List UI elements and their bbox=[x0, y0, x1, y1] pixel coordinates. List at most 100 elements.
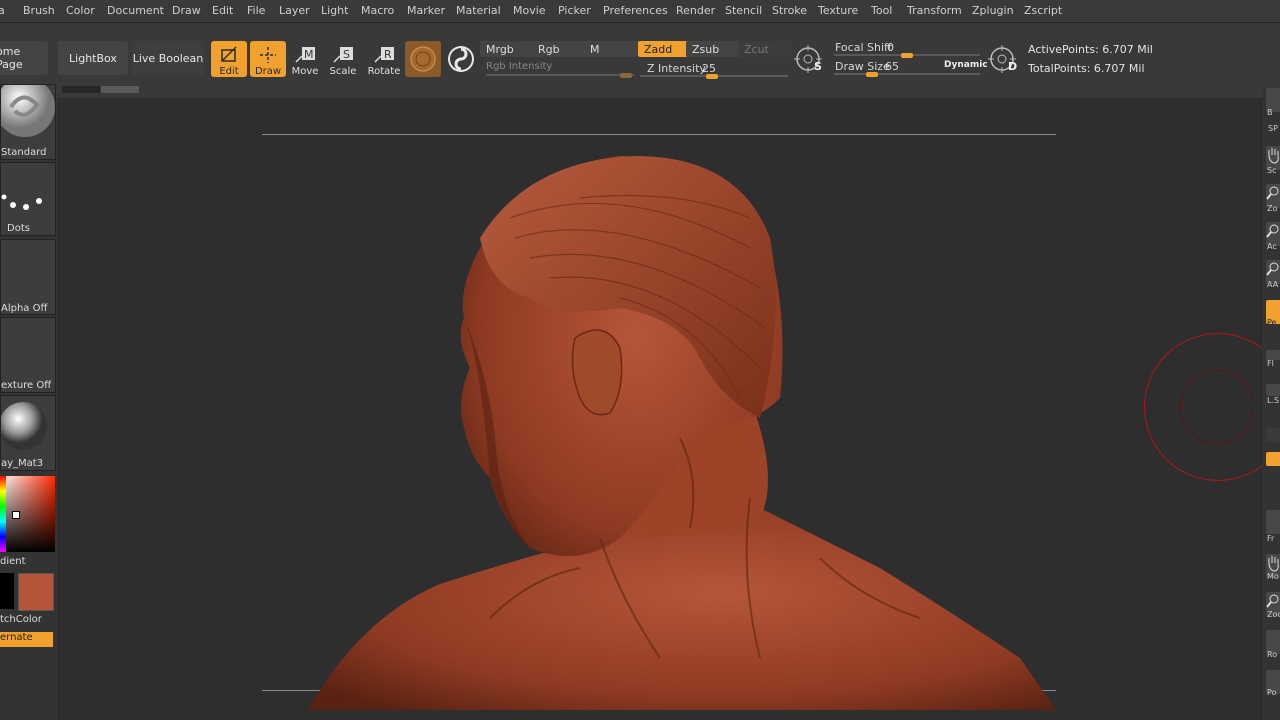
alpha-thumbnail[interactable]: Alpha Off bbox=[0, 239, 56, 315]
xyz-button[interactable] bbox=[1266, 428, 1280, 442]
menu-movie[interactable]: Movie bbox=[513, 4, 546, 17]
zcut-button[interactable]: Zcut bbox=[738, 41, 792, 57]
magnifier-icon bbox=[1266, 186, 1279, 200]
live-boolean-button[interactable]: Live Boolean bbox=[132, 41, 204, 75]
menu-tool[interactable]: Tool bbox=[871, 4, 892, 17]
hue-strip[interactable] bbox=[0, 476, 6, 552]
brush-cursor-inner bbox=[1180, 370, 1254, 444]
menu-transform[interactable]: Transform bbox=[907, 4, 962, 17]
sculptris-toggle[interactable] bbox=[445, 43, 477, 75]
menu-macro[interactable]: Macro bbox=[361, 4, 394, 17]
dynamic-toggle[interactable]: Dynamic bbox=[944, 60, 988, 70]
sphere-icon bbox=[410, 46, 436, 72]
menu-marker[interactable]: Marker bbox=[407, 4, 445, 17]
texture-thumbnail[interactable]: exture Off bbox=[0, 317, 56, 393]
lazy-mouse-s-button[interactable]: S bbox=[794, 45, 824, 75]
stroke-thumbnail[interactable]: Dots bbox=[0, 162, 56, 236]
menu-alpha[interactable]: a bbox=[0, 4, 5, 17]
menu-material[interactable]: Material bbox=[456, 4, 501, 17]
switch-color-label[interactable]: tchColor bbox=[0, 614, 42, 625]
mrgb-button[interactable]: Mrgb bbox=[480, 41, 534, 57]
frame-button[interactable] bbox=[1266, 510, 1280, 534]
zsub-button[interactable]: Zsub bbox=[686, 41, 740, 57]
rgb-intensity-label: Rgb Intensity bbox=[486, 61, 553, 72]
edit-button[interactable]: Edit bbox=[211, 41, 247, 77]
menu-edit[interactable]: Edit bbox=[212, 4, 233, 17]
tray-handle-active[interactable] bbox=[101, 86, 139, 93]
scroll-label: Sc bbox=[1267, 166, 1277, 175]
d-label: D bbox=[1008, 60, 1018, 73]
alpha-label: Alpha Off bbox=[1, 303, 48, 314]
right-shelf: B SP Sc Zo Ac AA Pe Fl L.S Fr Mo Zoo Ro … bbox=[1262, 88, 1280, 720]
secondary-color-swatch[interactable] bbox=[18, 573, 54, 611]
zadd-button[interactable]: Zadd bbox=[638, 41, 688, 57]
draw-button[interactable]: Draw bbox=[250, 41, 286, 77]
hand-icon bbox=[1268, 556, 1279, 572]
main-color-swatch[interactable] bbox=[0, 573, 14, 609]
total-points: TotalPoints: 6.707 Mil bbox=[1028, 62, 1145, 75]
menu-zscript[interactable]: Zscript bbox=[1024, 4, 1062, 17]
frame-label: Fr bbox=[1267, 534, 1275, 543]
draw-size-value: 65 bbox=[885, 60, 899, 73]
focal-shift-slider[interactable] bbox=[834, 53, 980, 58]
draw-size-label: Draw Size bbox=[835, 60, 890, 73]
bpr-label: B bbox=[1267, 108, 1273, 117]
z-intensity-slider[interactable] bbox=[640, 74, 788, 79]
menu-file[interactable]: File bbox=[247, 4, 265, 17]
texture-label: exture Off bbox=[1, 380, 52, 391]
stroke-label: Dots bbox=[7, 223, 30, 234]
move-label: Move bbox=[291, 66, 319, 77]
menu-draw[interactable]: Draw bbox=[172, 4, 201, 17]
brush-thumbnail[interactable]: Standard bbox=[0, 77, 56, 160]
lazy-mouse-d-button[interactable]: D bbox=[988, 45, 1018, 75]
menu-color[interactable]: Color bbox=[66, 4, 95, 17]
material-picker[interactable] bbox=[405, 41, 441, 77]
rgb-intensity-slider[interactable] bbox=[486, 73, 634, 78]
persp-label: Pe bbox=[1267, 318, 1277, 327]
magnifier-icon bbox=[1266, 262, 1279, 276]
menu-stroke[interactable]: Stroke bbox=[772, 4, 807, 17]
active-points: ActivePoints: 6.707 Mil bbox=[1028, 43, 1153, 56]
z-intensity-label: Z Intensity bbox=[647, 62, 706, 75]
zoom3d-label: Zoo bbox=[1267, 610, 1280, 619]
menu-document[interactable]: Document bbox=[107, 4, 164, 17]
sculpt-model[interactable] bbox=[60, 98, 1260, 720]
dots-stroke-icon bbox=[1, 194, 42, 210]
magnifier-icon bbox=[1266, 224, 1279, 238]
material-label: ay_Mat3 bbox=[1, 458, 44, 469]
draw-size-slider[interactable] bbox=[834, 72, 980, 77]
move-view-label: Mo bbox=[1267, 572, 1279, 581]
move-icon: M bbox=[295, 47, 315, 63]
menu-brush[interactable]: Brush bbox=[23, 4, 55, 17]
rotate-axis-button[interactable] bbox=[1266, 452, 1280, 466]
color-picker-cursor[interactable] bbox=[12, 511, 20, 519]
move-button[interactable]: M Move bbox=[287, 41, 323, 77]
aahalf-label: AA bbox=[1267, 280, 1279, 289]
m-button[interactable]: M bbox=[584, 41, 638, 57]
home-page-button[interactable]: ome Page bbox=[0, 41, 48, 75]
rotate-button[interactable]: R Rotate bbox=[366, 41, 402, 77]
focal-shift-value: 0 bbox=[887, 41, 894, 54]
svg-text:R: R bbox=[384, 48, 392, 61]
viewport-canvas[interactable] bbox=[60, 98, 1280, 720]
edit-icon bbox=[221, 46, 237, 62]
polyframe-label: Po bbox=[1267, 688, 1277, 697]
material-thumbnail[interactable]: ay_Mat3 bbox=[0, 395, 56, 471]
lightbox-button[interactable]: LightBox bbox=[58, 41, 128, 75]
menu-preferences[interactable]: Preferences bbox=[603, 4, 668, 17]
scale-button[interactable]: S Scale bbox=[325, 41, 361, 77]
menu-layer[interactable]: Layer bbox=[279, 4, 310, 17]
menu-zplugin[interactable]: Zplugin bbox=[972, 4, 1014, 17]
local-sym-button[interactable] bbox=[1266, 384, 1280, 396]
tray-handle[interactable] bbox=[62, 86, 100, 93]
menu-picker[interactable]: Picker bbox=[558, 4, 591, 17]
menu-light[interactable]: Light bbox=[321, 4, 348, 17]
menu-render[interactable]: Render bbox=[676, 4, 715, 17]
menu-stencil[interactable]: Stencil bbox=[725, 4, 762, 17]
rgb-button[interactable]: Rgb bbox=[532, 41, 586, 57]
material-sphere-icon bbox=[0, 402, 47, 450]
alternate-button[interactable]: ernate bbox=[0, 632, 53, 647]
zoom-label: Zo bbox=[1267, 204, 1278, 213]
color-picker[interactable] bbox=[0, 476, 55, 552]
menu-texture[interactable]: Texture bbox=[818, 4, 858, 17]
